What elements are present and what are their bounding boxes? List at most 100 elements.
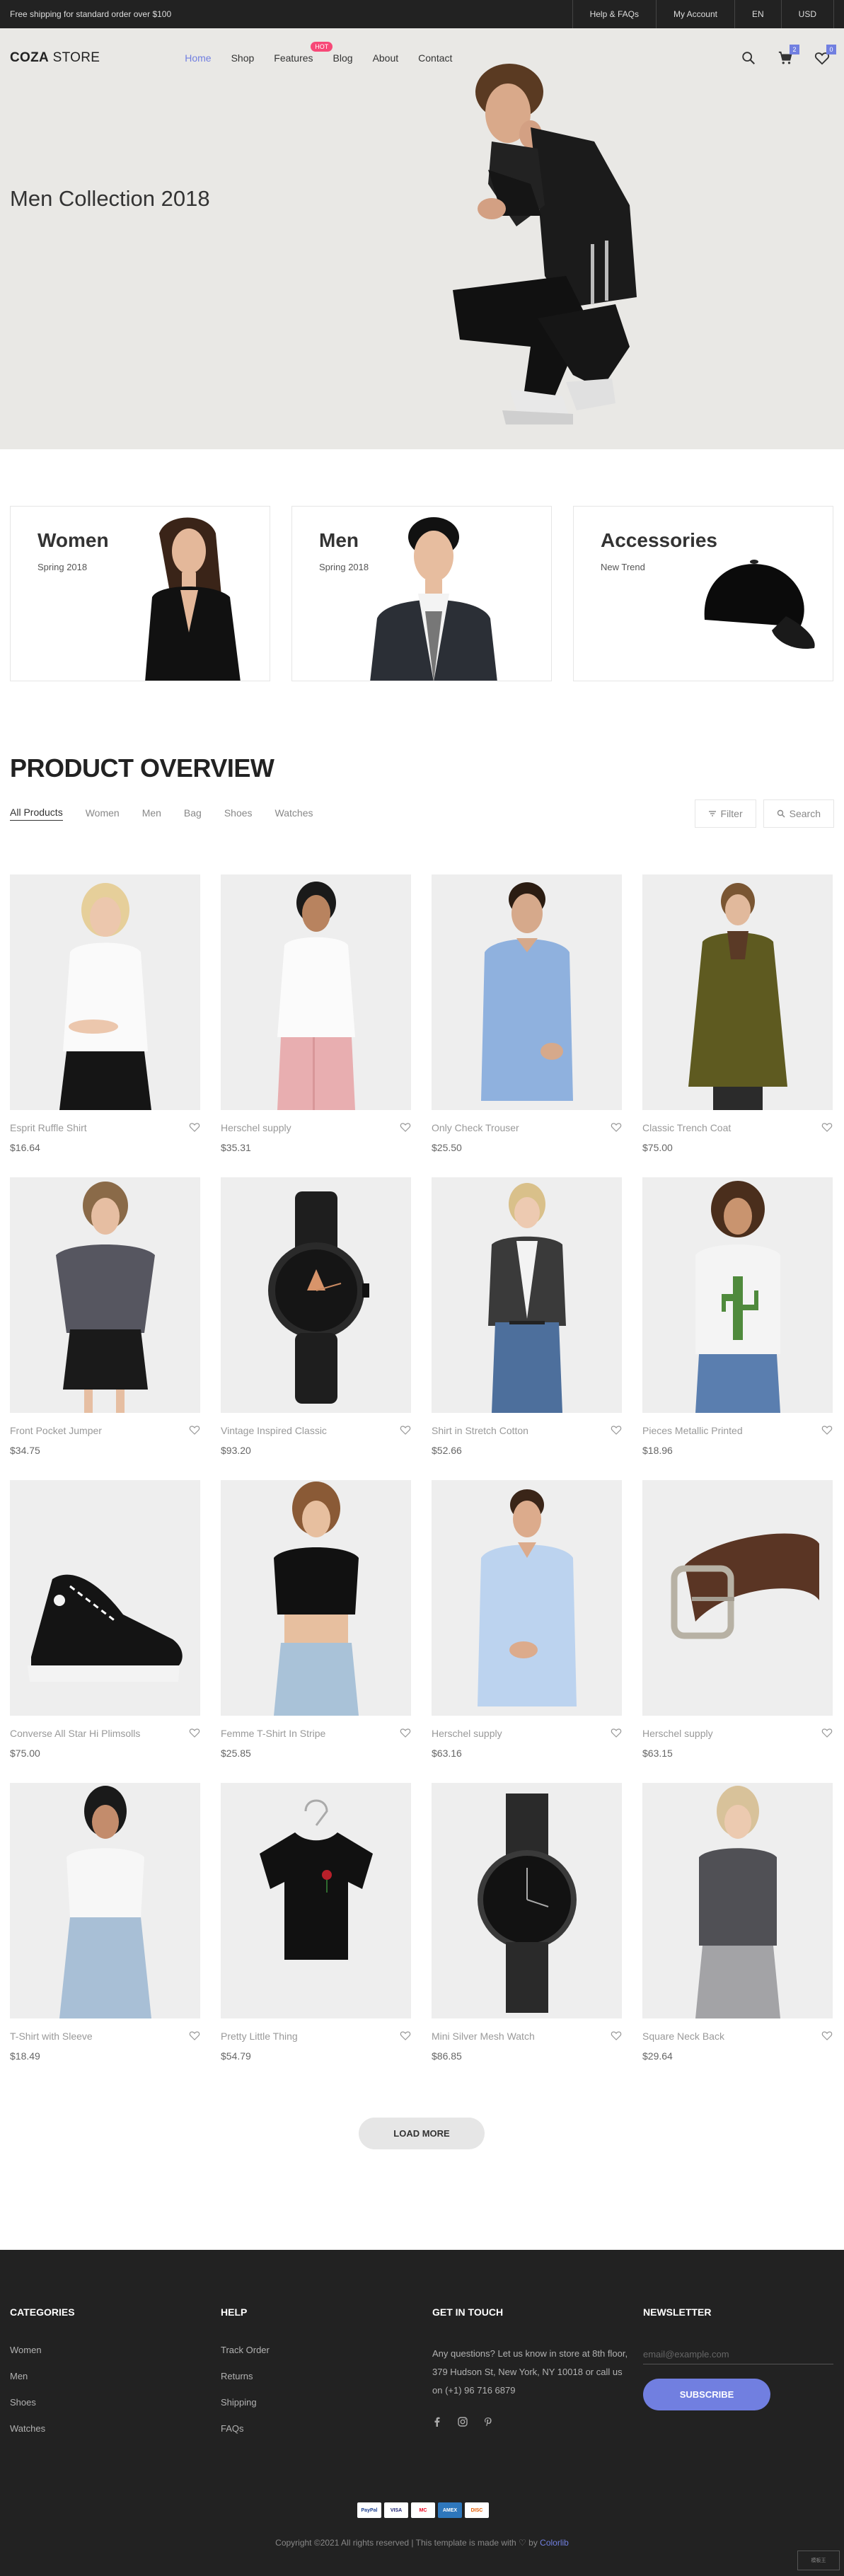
- heart-icon[interactable]: [400, 1424, 411, 1436]
- heart-icon[interactable]: [189, 1121, 200, 1133]
- footer-link-women[interactable]: Women: [10, 2345, 75, 2355]
- filter-shoes[interactable]: Shoes: [224, 807, 253, 821]
- product-price: $86.85: [432, 2050, 462, 2062]
- instagram-icon[interactable]: [458, 2417, 468, 2427]
- nav-features[interactable]: Features HOT: [274, 42, 333, 64]
- footer-link-returns[interactable]: Returns: [221, 2371, 270, 2381]
- heart-icon[interactable]: [821, 2030, 833, 2041]
- heart-icon[interactable]: [611, 1121, 622, 1133]
- product-image[interactable]: [221, 874, 411, 1110]
- product-name[interactable]: Herschel supply: [432, 1728, 502, 1739]
- footer-link-track-order[interactable]: Track Order: [221, 2345, 270, 2355]
- product-name[interactable]: Femme T-Shirt In Stripe: [221, 1728, 325, 1739]
- banner-accessories[interactable]: Accessories New Trend: [573, 506, 833, 681]
- product-image[interactable]: [221, 1783, 411, 2018]
- logo[interactable]: COZA STORE: [10, 50, 100, 66]
- product-name[interactable]: Esprit Ruffle Shirt: [10, 1122, 87, 1133]
- heart-icon[interactable]: [611, 1727, 622, 1738]
- product-image[interactable]: [432, 1783, 622, 2018]
- filter-bag[interactable]: Bag: [184, 807, 202, 821]
- banner-men[interactable]: Men Spring 2018: [291, 506, 552, 681]
- heart-icon[interactable]: [189, 2030, 200, 2041]
- pinterest-icon[interactable]: [483, 2417, 493, 2427]
- product-name[interactable]: Vintage Inspired Classic: [221, 1425, 327, 1436]
- product-name[interactable]: Only Check Trouser: [432, 1122, 519, 1133]
- product-name[interactable]: Converse All Star Hi Plimsolls: [10, 1728, 140, 1739]
- nav-about[interactable]: About: [373, 52, 399, 64]
- product-image[interactable]: [432, 1177, 622, 1413]
- heart-icon[interactable]: [611, 2030, 622, 2041]
- footer-heading: NEWSLETTER: [643, 2306, 712, 2318]
- search-icon[interactable]: [741, 50, 756, 66]
- product-info: Vintage Inspired Classic $93.20: [221, 1413, 411, 1456]
- heart-icon[interactable]: [400, 1121, 411, 1133]
- footer-link-men[interactable]: Men: [10, 2371, 75, 2381]
- my-account-link[interactable]: My Account: [655, 0, 734, 28]
- heart-icon[interactable]: [821, 1121, 833, 1133]
- colorlib-link[interactable]: Colorlib: [540, 2538, 569, 2548]
- nav-blog[interactable]: Blog: [333, 52, 353, 64]
- product-name[interactable]: T-Shirt with Sleeve: [10, 2031, 93, 2042]
- filter-button[interactable]: Filter: [694, 799, 756, 828]
- heart-icon[interactable]: [821, 1727, 833, 1738]
- product-image[interactable]: [221, 1480, 411, 1716]
- newsletter-email-input[interactable]: [643, 2345, 833, 2364]
- currency-selector[interactable]: USD: [780, 0, 834, 28]
- product-card: Classic Trench Coat $75.00: [642, 874, 833, 1177]
- wishlist-icon[interactable]: 0: [814, 45, 836, 66]
- product-price: $54.79: [221, 2050, 251, 2062]
- product-image[interactable]: [10, 1783, 200, 2018]
- filter-all-products[interactable]: All Products: [10, 807, 63, 821]
- product-image[interactable]: [642, 1480, 833, 1716]
- product-image[interactable]: [432, 1480, 622, 1716]
- product-info: Converse All Star Hi Plimsolls $75.00: [10, 1716, 200, 1759]
- cart-icon[interactable]: 2: [777, 45, 799, 66]
- load-more-button[interactable]: LOAD MORE: [359, 2118, 485, 2149]
- product-name[interactable]: Classic Trench Coat: [642, 1122, 731, 1133]
- product-price: $18.96: [642, 1445, 673, 1456]
- heart-icon[interactable]: [821, 1424, 833, 1436]
- nav-contact[interactable]: Contact: [418, 52, 452, 64]
- heart-icon[interactable]: [189, 1727, 200, 1738]
- product-image[interactable]: [642, 874, 833, 1110]
- footer-link-shipping[interactable]: Shipping: [221, 2397, 270, 2408]
- filter-women[interactable]: Women: [86, 807, 120, 821]
- product-name[interactable]: Square Neck Back: [642, 2031, 724, 2042]
- product-image[interactable]: [432, 874, 622, 1110]
- product-name[interactable]: Pretty Little Thing: [221, 2031, 298, 2042]
- product-name[interactable]: Herschel supply: [221, 1122, 291, 1133]
- subscribe-button[interactable]: SUBSCRIBE: [643, 2379, 770, 2410]
- nav-home[interactable]: Home: [185, 52, 211, 64]
- footer-heading: CATEGORIES: [10, 2306, 75, 2318]
- product-image[interactable]: [642, 1783, 833, 2018]
- product-card: Square Neck Back $29.64: [642, 1783, 833, 2086]
- search-button[interactable]: Search: [763, 799, 834, 828]
- heart-icon[interactable]: [400, 1727, 411, 1738]
- copyright: Copyright ©2021 All rights reserved | Th…: [275, 2538, 569, 2548]
- heart-icon[interactable]: [189, 1424, 200, 1436]
- filter-men[interactable]: Men: [142, 807, 161, 821]
- product-image[interactable]: [10, 1480, 200, 1716]
- heart-icon[interactable]: [400, 2030, 411, 2041]
- product-name[interactable]: Front Pocket Jumper: [10, 1425, 102, 1436]
- mastercard-icon: MC: [411, 2502, 435, 2518]
- footer-link-faqs[interactable]: FAQs: [221, 2423, 270, 2434]
- footer-link-watches[interactable]: Watches: [10, 2423, 75, 2434]
- product-price: $63.15: [642, 1748, 673, 1759]
- nav-shop[interactable]: Shop: [231, 52, 255, 64]
- product-name[interactable]: Mini Silver Mesh Watch: [432, 2031, 535, 2042]
- product-image[interactable]: [10, 1177, 200, 1413]
- footer-link-shoes[interactable]: Shoes: [10, 2397, 75, 2408]
- help-faqs-link[interactable]: Help & FAQs: [572, 0, 656, 28]
- product-image[interactable]: [642, 1177, 833, 1413]
- facebook-icon[interactable]: [432, 2417, 442, 2427]
- language-selector[interactable]: EN: [734, 0, 781, 28]
- heart-icon[interactable]: [611, 1424, 622, 1436]
- product-name[interactable]: Pieces Metallic Printed: [642, 1425, 743, 1436]
- banner-women[interactable]: Women Spring 2018: [10, 506, 270, 681]
- product-image[interactable]: [221, 1177, 411, 1413]
- product-name[interactable]: Shirt in Stretch Cotton: [432, 1425, 528, 1436]
- filter-watches[interactable]: Watches: [275, 807, 313, 821]
- product-image[interactable]: [10, 874, 200, 1110]
- product-name[interactable]: Herschel supply: [642, 1728, 713, 1739]
